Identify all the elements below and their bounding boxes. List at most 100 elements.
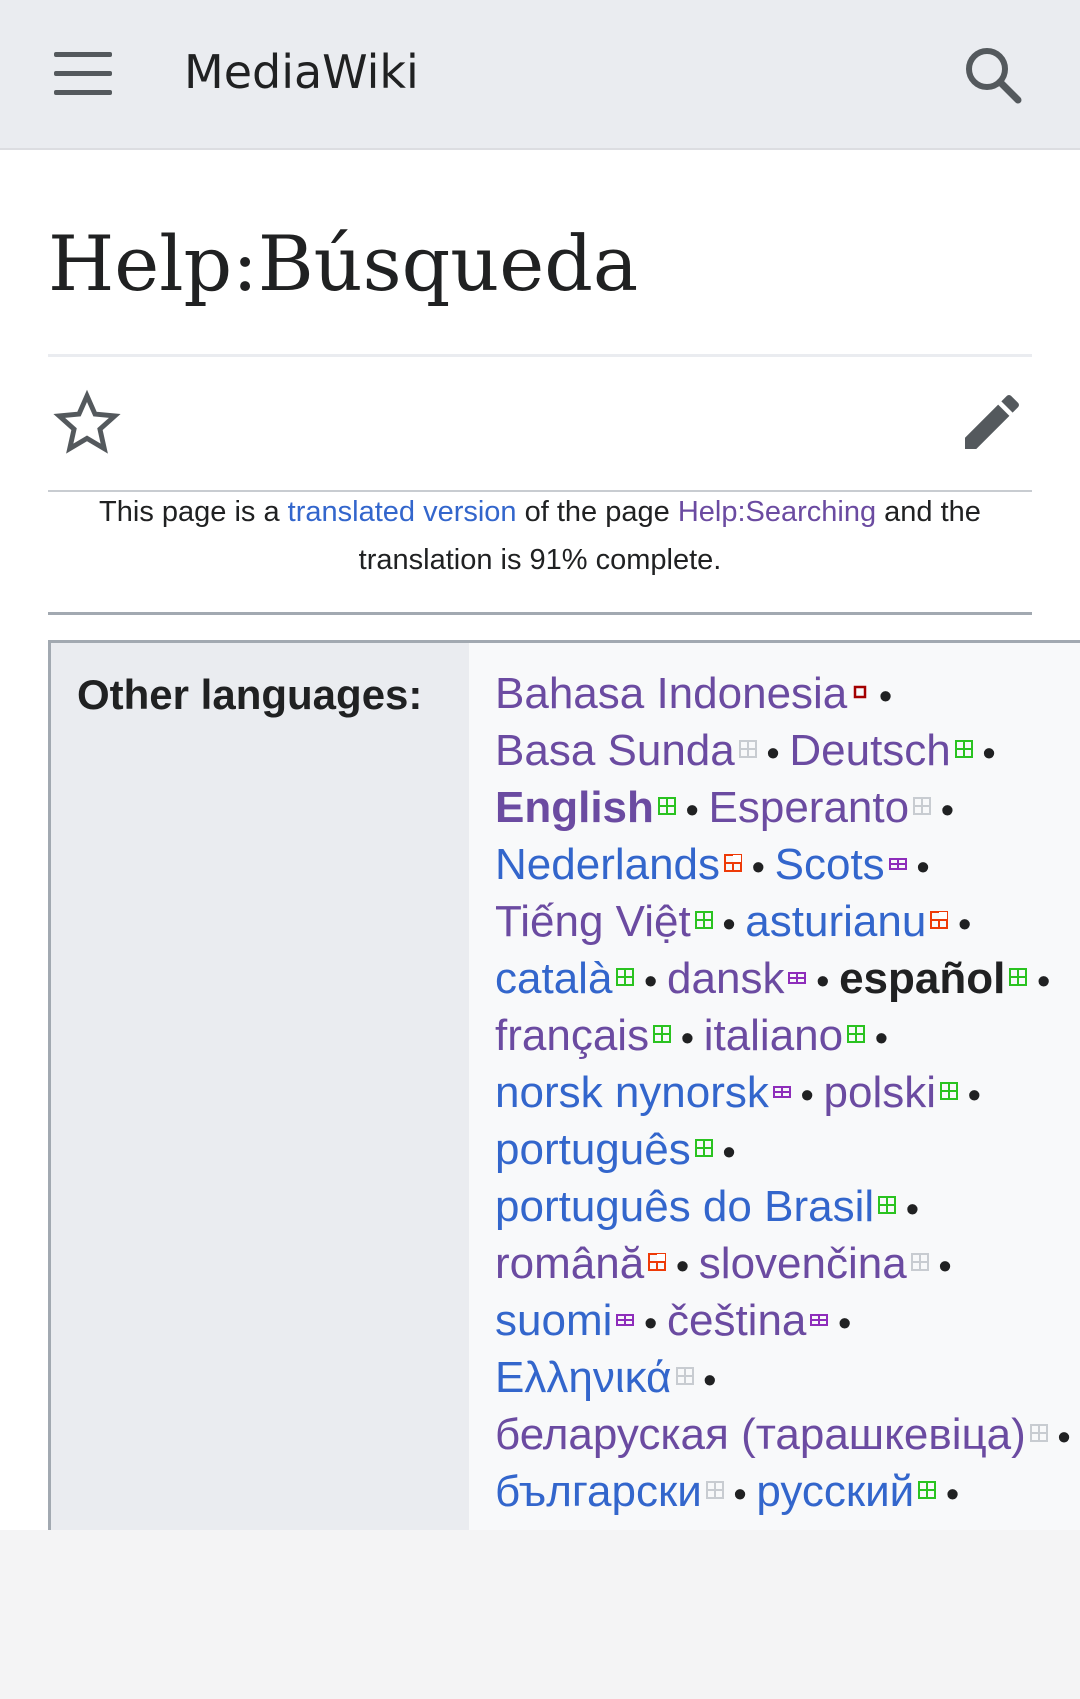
language-link-nederlands[interactable]: Nederlands <box>495 840 720 889</box>
language-link-norsk-nynorsk[interactable]: norsk nynorsk <box>495 1068 769 1117</box>
translation-status-complete-icon <box>657 797 676 816</box>
language-link-italiano[interactable]: italiano <box>704 1011 843 1060</box>
translation-status-complete-icon <box>954 740 973 759</box>
language-link-francais[interactable]: français <box>495 1011 649 1060</box>
language-separator: • <box>644 1302 657 1343</box>
translation-status-complete-icon <box>616 968 635 987</box>
translation-status-low-icon <box>851 683 869 701</box>
language-link-slovencina[interactable]: slovenčina <box>699 1239 907 1288</box>
notice-text-middle: of the page <box>516 496 678 528</box>
language-line: norsk nynorsk • polski • <box>495 1064 1080 1121</box>
translation-status-complete-icon <box>1009 968 1028 987</box>
translation-status-partial-icon <box>648 1253 667 1272</box>
translation-status-none-icon <box>1029 1424 1048 1443</box>
translation-status-medium-icon <box>788 968 807 986</box>
language-link-portugues[interactable]: português <box>495 1125 691 1174</box>
language-line: Tiếng Việt • asturianu • <box>495 893 1080 950</box>
search-icon[interactable] <box>962 44 1024 106</box>
language-link-bahasa-indonesia[interactable]: Bahasa Indonesia <box>495 669 847 718</box>
language-separator: • <box>938 1245 952 1286</box>
other-languages-label: Other languages: <box>77 671 423 718</box>
language-separator: • <box>733 1473 747 1514</box>
language-link-romana[interactable]: română <box>495 1239 644 1288</box>
language-separator: • <box>800 1074 814 1115</box>
languages-label-cell: Other languages: <box>51 643 469 1530</box>
language-separator: • <box>906 1188 919 1229</box>
languages-list-cell: Bahasa Indonesia • Basa Sunda • Deutsch • Engl… <box>469 643 1080 1530</box>
translation-status-none-icon <box>738 740 757 759</box>
language-link-lang[interactable]: български <box>495 1467 702 1516</box>
language-link-asturianu[interactable]: asturianu <box>745 897 926 946</box>
translation-status-complete-icon <box>918 1481 937 1500</box>
language-link-portugues-do-brasil[interactable]: português do Brasil <box>495 1182 874 1231</box>
language-link-english[interactable]: English <box>495 783 654 832</box>
translation-status-none-icon <box>910 1253 929 1272</box>
translation-notice: This page is a translated version of the… <box>48 488 1032 584</box>
language-separator: • <box>968 1074 981 1115</box>
watch-star-icon[interactable] <box>50 386 124 460</box>
translation-status-partial-icon <box>724 854 743 873</box>
translated-version-link[interactable]: translated version <box>288 496 517 528</box>
main-content: Help:Búsqueda This page is a translated … <box>0 150 1080 1530</box>
pencil-edit-icon[interactable] <box>956 386 1028 458</box>
language-separator: • <box>875 1017 888 1058</box>
language-separator: • <box>946 1473 959 1514</box>
language-separator: • <box>1037 960 1050 1001</box>
language-separator: • <box>916 846 930 887</box>
language-line: português do Brasil • <box>495 1178 1080 1235</box>
other-languages-box: Other languages: Bahasa Indonesia • Basa S… <box>48 640 1080 1530</box>
translation-status-complete-icon <box>653 1025 672 1044</box>
language-separator: • <box>703 1359 717 1400</box>
language-link-catala[interactable]: català <box>495 954 612 1003</box>
language-line: suomi • čeština • <box>495 1292 1080 1349</box>
language-link-polski[interactable]: polski <box>824 1068 937 1117</box>
translation-status-medium-icon <box>810 1310 829 1328</box>
language-line: català • dansk • español • <box>495 950 1080 1007</box>
language-link-esperanto[interactable]: Esperanto <box>709 783 910 832</box>
language-link-lang[interactable]: Ελληνικά <box>495 1353 672 1402</box>
language-separator: • <box>941 789 954 830</box>
notice-divider <box>48 612 1032 615</box>
language-link-espanol: español <box>839 954 1006 1003</box>
language-link-suomi[interactable]: suomi <box>495 1296 612 1345</box>
language-link-basa-sunda[interactable]: Basa Sunda <box>495 726 735 775</box>
language-link-cestina[interactable]: čeština <box>667 1296 806 1345</box>
language-separator: • <box>676 1245 689 1286</box>
language-link-lang[interactable]: русский <box>756 1467 914 1516</box>
language-separator: • <box>722 1131 736 1172</box>
language-separator: • <box>958 903 971 944</box>
language-line: français • italiano • <box>495 1007 1080 1064</box>
translation-status-medium-icon <box>772 1082 791 1100</box>
language-separator: • <box>644 960 658 1001</box>
language-link-tieng-viet[interactable]: Tiếng Việt <box>495 897 691 946</box>
translation-status-none-icon <box>705 1481 724 1500</box>
language-line: български • русский • <box>495 1463 1080 1520</box>
language-line: português • <box>495 1121 1080 1178</box>
page-title: Help:Búsqueda <box>48 219 639 308</box>
language-link-scots[interactable]: Scots <box>775 840 885 889</box>
translation-status-complete-icon <box>694 911 713 930</box>
language-separator: • <box>838 1302 852 1343</box>
language-line: Bahasa Indonesia • <box>495 665 1080 722</box>
top-header-bar: MediaWiki <box>0 0 1080 150</box>
language-list: Bahasa Indonesia • Basa Sunda • Deutsch • Engl… <box>495 665 1080 1520</box>
title-divider <box>48 354 1032 357</box>
hamburger-menu-icon[interactable] <box>54 52 112 96</box>
language-link-dansk[interactable]: dansk <box>667 954 784 1003</box>
translation-status-medium-icon <box>616 1310 635 1328</box>
language-separator: • <box>752 846 765 887</box>
language-link-lang[interactable]: беларуская (тарашкевіца) <box>495 1410 1026 1459</box>
language-separator: • <box>1057 1416 1071 1457</box>
language-link-deutsch[interactable]: Deutsch <box>789 726 950 775</box>
language-separator: • <box>766 732 780 773</box>
help-searching-link[interactable]: Help:Searching <box>678 496 876 528</box>
notice-text-before: This page is a <box>99 496 288 528</box>
language-separator: • <box>816 960 830 1001</box>
language-line: română • slovenčina • <box>495 1235 1080 1292</box>
translation-status-none-icon <box>675 1367 694 1386</box>
language-separator: • <box>722 903 736 944</box>
site-title[interactable]: MediaWiki <box>184 44 419 100</box>
language-line: Basa Sunda • Deutsch • <box>495 722 1080 779</box>
language-separator: • <box>982 732 996 773</box>
translation-status-complete-icon <box>878 1196 897 1215</box>
